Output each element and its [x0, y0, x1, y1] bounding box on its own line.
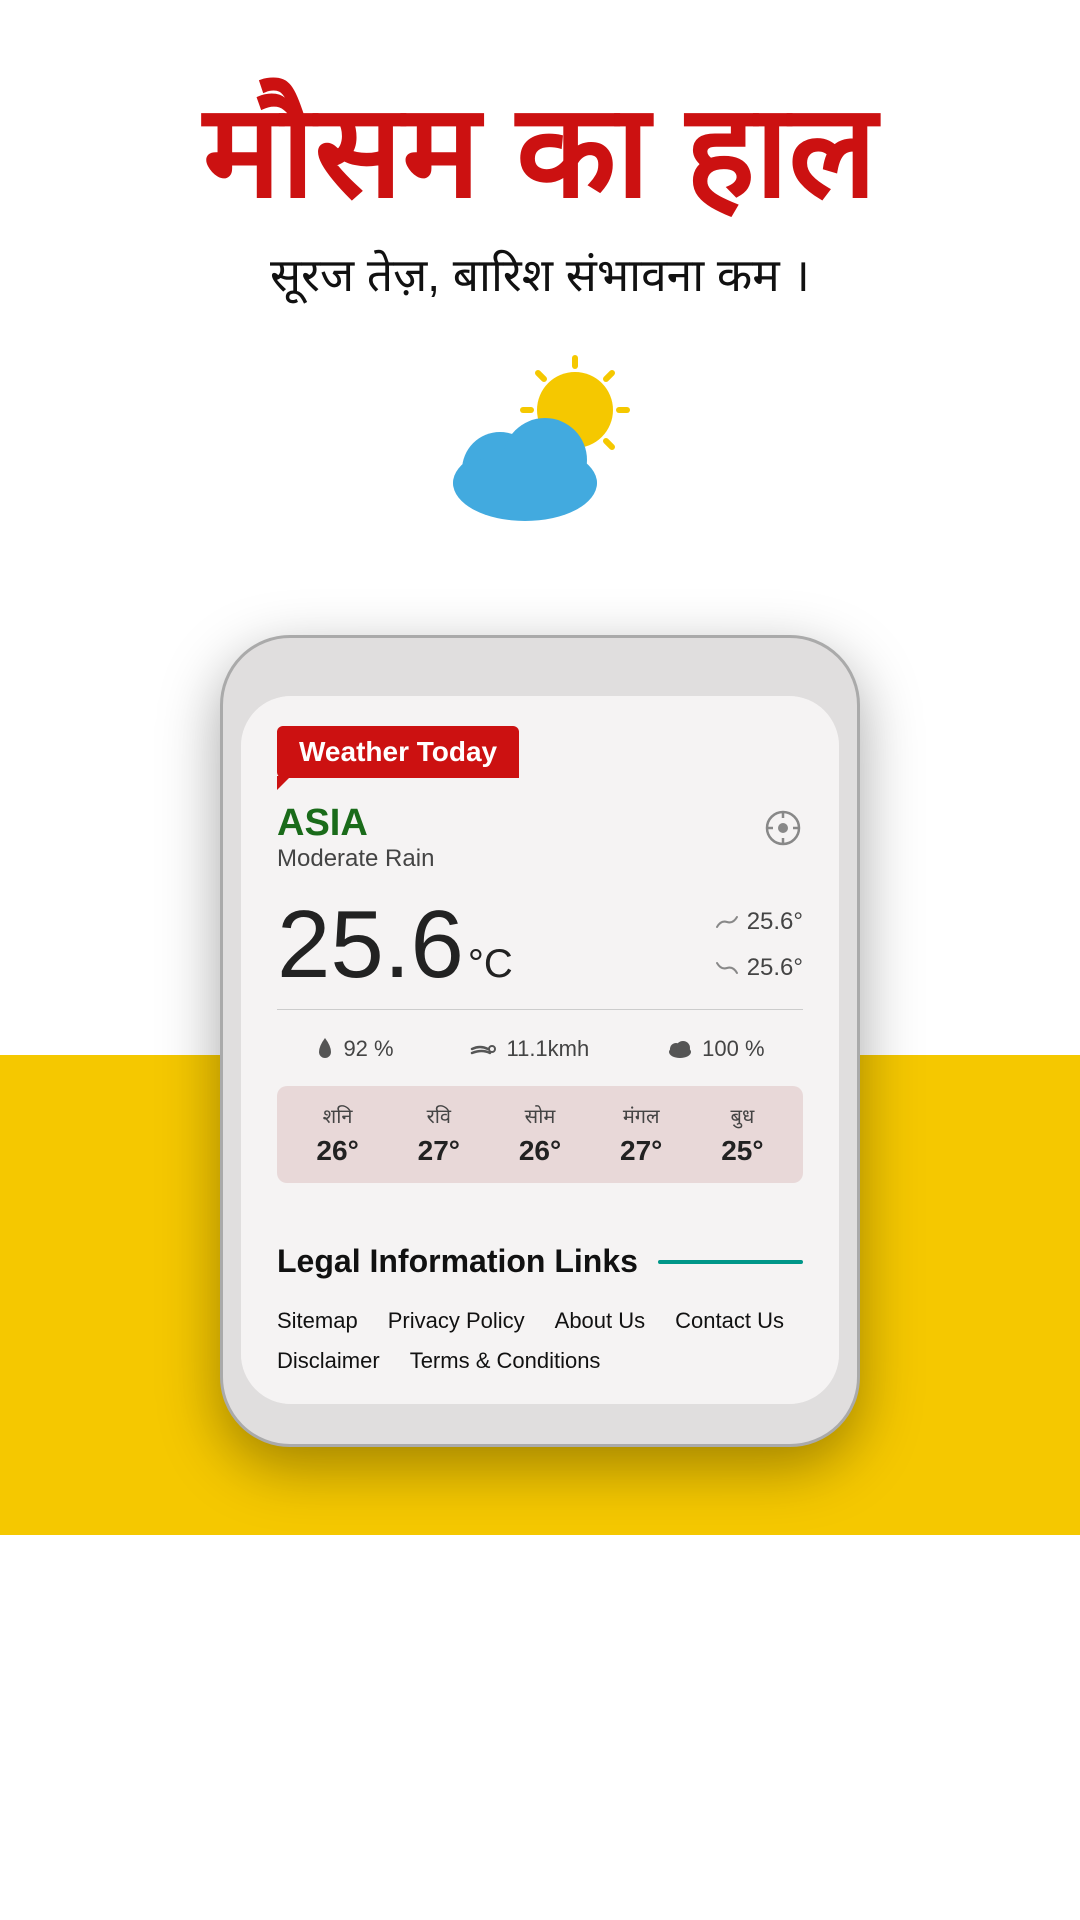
forecast-temp-3: 27° [591, 1135, 692, 1167]
forecast-row: शनि 26° रवि 27° सोम 26° मंगल [277, 1086, 803, 1183]
forecast-day-name-0: शनि [287, 1102, 388, 1129]
temp-low: 25.6° [715, 954, 803, 982]
temp-high: 25.6° [715, 908, 803, 936]
phone-wrapper: Weather Today ASIA Moderate Rain [0, 635, 1080, 1447]
legal-link-sitemap[interactable]: Sitemap [277, 1308, 358, 1334]
legal-section-title: Legal Information Links [277, 1243, 638, 1280]
legal-link-privacy[interactable]: Privacy Policy [388, 1308, 525, 1334]
forecast-day-name-4: बुध [692, 1102, 793, 1129]
forecast-temp-2: 26° [489, 1135, 590, 1167]
forecast-day-name-3: मंगल [591, 1102, 692, 1129]
legal-section: Legal Information Links Sitemap Privacy … [241, 1203, 839, 1404]
forecast-temp-1: 27° [388, 1135, 489, 1167]
main-temperature: 25.6 [277, 897, 464, 993]
legal-title-row: Legal Information Links [277, 1243, 803, 1280]
location-name: ASIA [277, 802, 434, 845]
main-temp-container: 25.6 °C [277, 897, 513, 993]
humidity-stat: 92 % [315, 1036, 393, 1062]
phone-screen: Weather Today ASIA Moderate Rain [241, 696, 839, 1404]
sun-cloud-icon [430, 355, 650, 535]
legal-link-contact[interactable]: Contact Us [675, 1308, 784, 1334]
top-section: मौसम का हाल सूरज तेज़, बारिश संभावना कम … [0, 0, 1080, 635]
wind-value: 11.1kmh [506, 1036, 589, 1062]
legal-divider-line [658, 1260, 803, 1264]
phone-section: Weather Today ASIA Moderate Rain [0, 635, 1080, 1535]
phone-notch [480, 668, 600, 696]
temp-unit: °C [468, 942, 513, 987]
legal-link-disclaimer[interactable]: Disclaimer [277, 1348, 380, 1374]
forecast-day-3: मंगल 27° [591, 1102, 692, 1167]
legal-link-terms[interactable]: Terms & Conditions [410, 1348, 601, 1374]
cloud-value: 100 % [702, 1036, 764, 1062]
main-hindi-title: मौसम का हाल [60, 80, 1020, 223]
hindi-subtitle: सूरज तेज़, बारिश संभावना कम । [60, 243, 1020, 305]
temp-range: 25.6° 25.6° [715, 908, 803, 982]
legal-links-row: Sitemap Privacy Policy About Us Contact … [277, 1308, 803, 1374]
cloud-stat: 100 % [666, 1036, 764, 1062]
forecast-day-name-2: सोम [489, 1102, 590, 1129]
stats-row: 92 % 11.1kmh [277, 1026, 803, 1078]
weather-description: Moderate Rain [277, 845, 434, 873]
forecast-day-2: सोम 26° [489, 1102, 590, 1167]
forecast-temp-4: 25° [692, 1135, 793, 1167]
forecast-temp-0: 26° [287, 1135, 388, 1167]
forecast-day-0: शनि 26° [287, 1102, 388, 1167]
location-name-container: ASIA Moderate Rain [277, 802, 434, 891]
phone-mockup: Weather Today ASIA Moderate Rain [220, 635, 860, 1447]
temp-low-value: 25.6° [747, 954, 803, 982]
weather-badge: Weather Today [277, 726, 519, 778]
forecast-day-4: बुध 25° [692, 1102, 793, 1167]
forecast-day-1: रवि 27° [388, 1102, 489, 1167]
location-row: ASIA Moderate Rain [277, 802, 803, 891]
divider [277, 1009, 803, 1010]
location-icon[interactable] [763, 808, 803, 857]
forecast-day-name-1: रवि [388, 1102, 489, 1129]
legal-link-about[interactable]: About Us [555, 1308, 646, 1334]
temp-high-value: 25.6° [747, 908, 803, 936]
humidity-value: 92 % [343, 1036, 393, 1062]
weather-icon-container [60, 355, 1020, 535]
temp-row: 25.6 °C 25.6° 2 [277, 897, 803, 993]
wind-stat: 11.1kmh [470, 1036, 589, 1062]
weather-card: Weather Today ASIA Moderate Rain [241, 696, 839, 1203]
